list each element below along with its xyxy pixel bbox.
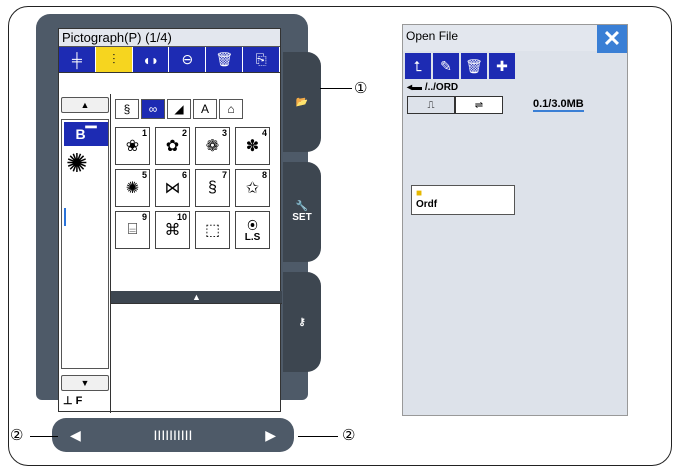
- stitch-pattern-icon[interactable]: ╪: [59, 47, 96, 72]
- page-bar: ◀ IIIIIIIIII ▶: [52, 418, 294, 452]
- stitch-cell[interactable]: ⬚: [195, 211, 230, 249]
- stitch-cell[interactable]: ⦿ L.S: [235, 211, 270, 249]
- folder-item[interactable]: ■ Ordf: [411, 185, 515, 215]
- memory-column: ▲ B ▔ ✺ ▼ ⊥ F: [59, 94, 111, 413]
- category-row: § ∞ ◢ A ⌂: [115, 99, 243, 119]
- callout-3: ②: [342, 427, 356, 444]
- folder-path: ◂▬ /../ORD: [407, 82, 459, 93]
- cursor-indicator: [64, 208, 66, 226]
- pattern-toolbar: ╪ ⫶ ◖◗ ⊖ 🗑 ⎘: [59, 47, 280, 73]
- folder-name: Ordf: [416, 199, 438, 210]
- stitch-cell[interactable]: ✩ 8: [235, 169, 270, 207]
- stitch-cell[interactable]: ⋈ 6: [155, 169, 190, 207]
- next-page-icon[interactable]: ▶: [265, 427, 276, 444]
- callout-2: ②: [10, 427, 24, 444]
- storage-usage: 0.1/3.0MB: [533, 98, 584, 112]
- callout-line: [30, 436, 58, 437]
- stitch-cell[interactable]: § 7: [195, 169, 230, 207]
- pattern-title: Pictograph(P) (1/4): [59, 29, 280, 47]
- stitch-cell[interactable]: ⌸ 9: [115, 211, 150, 249]
- presser-foot-icon: ⊥ F: [63, 395, 83, 407]
- set-tab[interactable]: 🔧 SET: [283, 162, 321, 262]
- delete-icon[interactable]: 🗑: [206, 47, 244, 72]
- delete-icon[interactable]: 🗑: [461, 53, 487, 79]
- stitch-cell[interactable]: ⌘ 10: [155, 211, 190, 249]
- category-pictograph-icon[interactable]: ∞: [141, 99, 165, 119]
- category-shirt-icon[interactable]: ⌂: [219, 99, 243, 119]
- scroll-up-button[interactable]: ▲: [61, 97, 109, 113]
- category-floral-icon[interactable]: §: [115, 99, 139, 119]
- elongate-icon[interactable]: ⊖: [169, 47, 207, 72]
- stitch-cell[interactable]: ✿ 2: [155, 127, 190, 165]
- close-button[interactable]: ✕: [597, 25, 627, 53]
- mode-button[interactable]: B ▔: [64, 122, 108, 146]
- open-file-title-bar: Open File ✕: [403, 25, 627, 53]
- scroll-down-button[interactable]: ▼: [61, 375, 109, 391]
- new-folder-icon[interactable]: ✚: [489, 53, 515, 79]
- open-file-screen: Open File ✕ ⮤ ✎ 🗑 ✚ ◂▬ /../ORD ⎍ ⇌ 0.1/3…: [402, 24, 628, 416]
- category-letters[interactable]: A: [193, 99, 217, 119]
- stitch-cell[interactable]: ❀ 1: [115, 127, 150, 165]
- file-toolbar: ⮤ ✎ 🗑 ✚: [405, 53, 627, 79]
- storage-tabs: ⎍ ⇌ 0.1/3.0MB: [407, 96, 627, 114]
- callout-line: [320, 88, 352, 89]
- export-icon[interactable]: ⎘: [243, 47, 280, 72]
- mirror-selected-icon[interactable]: ⫶: [95, 47, 133, 72]
- expand-up-bar[interactable]: ▲: [111, 291, 282, 303]
- folder-icon: 📂: [295, 96, 309, 108]
- up-folder-icon[interactable]: ⮤: [405, 53, 431, 79]
- stitch-cell[interactable]: ✺ 5: [115, 169, 150, 207]
- usb-tab[interactable]: ⇌: [455, 96, 503, 114]
- prev-page-icon[interactable]: ◀: [70, 427, 81, 444]
- key-tab[interactable]: ⚷: [283, 272, 321, 372]
- key-icon: ⚷: [298, 316, 306, 328]
- callout-1: ①: [354, 80, 368, 97]
- rename-icon[interactable]: ✎: [433, 53, 459, 79]
- memory-panel: B ▔ ✺: [61, 119, 109, 369]
- mirror-vertical-icon[interactable]: ◖◗: [133, 47, 170, 72]
- stitch-cell[interactable]: ✽ 4: [235, 127, 270, 165]
- side-tabs: 📂 🔧 SET ⚷: [283, 52, 321, 382]
- wrench-icon: 🔧: [295, 201, 309, 212]
- stitch-cell[interactable]: ❁ 3: [195, 127, 230, 165]
- callout-line: [298, 436, 338, 437]
- open-file-title: Open File: [406, 29, 459, 43]
- category-satin-icon[interactable]: ◢: [167, 99, 191, 119]
- open-file-tab[interactable]: 📂: [283, 52, 321, 152]
- internal-memory-tab[interactable]: ⎍: [407, 96, 455, 114]
- stitch-grid: ❀ 1 ✿ 2 ❁ 3 ✽ 4 ✺ 5 ⋈ 6 § 7 ✩ 8 ⌸ 9 ⌘ 10 ⬚ ⦿ L.S: [115, 127, 270, 249]
- pattern-screen: Pictograph(P) (1/4) ╪ ⫶ ◖◗ ⊖ 🗑 ⎘ ▲ B ▔ ✺ …: [58, 28, 282, 413]
- stitch-preview-icon: ✺: [66, 148, 88, 178]
- preview-area: [111, 303, 282, 413]
- folder-icon: ■: [416, 188, 423, 199]
- page-dots: IIIIIIIIII: [153, 427, 193, 443]
